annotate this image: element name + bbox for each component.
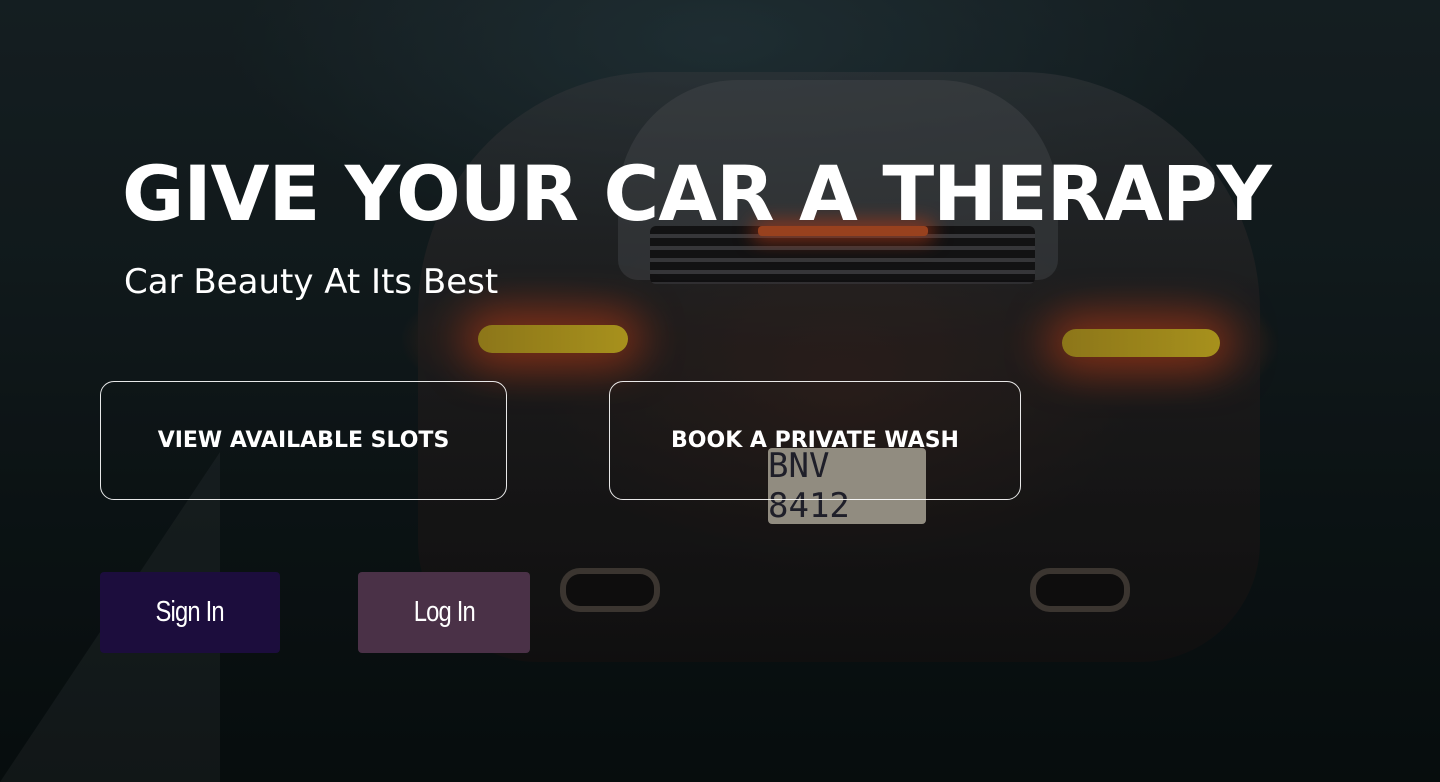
sign-in-button[interactable]: Sign In (100, 572, 280, 653)
book-private-wash-button[interactable]: BOOK A PRIVATE WASH (609, 381, 1021, 500)
hero-subtitle: Car Beauty At Its Best (124, 262, 499, 302)
log-in-label: Log In (413, 596, 475, 628)
log-in-button[interactable]: Log In (358, 572, 530, 653)
view-available-slots-button[interactable]: VIEW AVAILABLE SLOTS (100, 381, 507, 500)
hero-title: GIVE YOUR CAR A THERAPY (122, 149, 1272, 238)
sign-in-label: Sign In (155, 596, 225, 628)
hero-content: GIVE YOUR CAR A THERAPY Car Beauty At It… (0, 0, 1440, 782)
